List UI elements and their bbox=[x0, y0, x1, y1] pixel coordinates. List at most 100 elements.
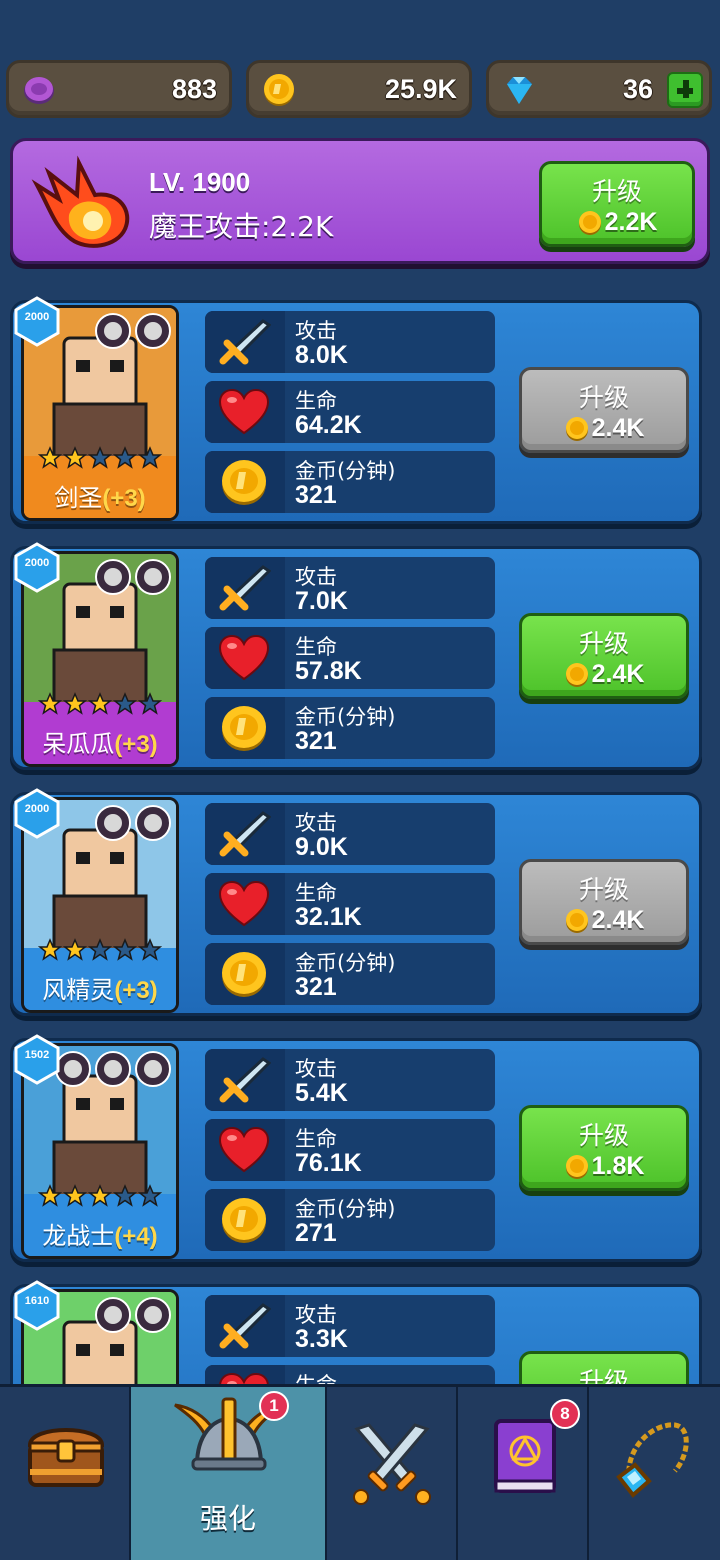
gold-coin-icon bbox=[264, 74, 294, 106]
orc-class-icon bbox=[95, 313, 131, 349]
hero-bonus: (+4) bbox=[114, 1223, 158, 1250]
heart-icon bbox=[218, 880, 270, 927]
stat-value-attack: 5.4K bbox=[295, 1079, 348, 1107]
star-empty-icon bbox=[113, 1184, 137, 1207]
hero-stars bbox=[38, 692, 162, 716]
stat-value-gold: 321 bbox=[295, 481, 337, 509]
crossed-swords-icon bbox=[353, 1423, 431, 1505]
stat-row-gold: 金币(分钟) 271 bbox=[205, 1189, 495, 1251]
stat-row-attack: 攻击 8.0K bbox=[205, 311, 495, 373]
star-filled-icon bbox=[88, 1184, 112, 1207]
upgrade-cost: 2.4K bbox=[591, 660, 645, 688]
hero-upgrade-button[interactable]: 升级 1.8K bbox=[519, 1105, 689, 1191]
stat-value-attack: 3.3K bbox=[295, 1325, 348, 1353]
star-filled-icon bbox=[63, 692, 87, 715]
diamond-icon bbox=[507, 77, 532, 104]
elf-class-icon bbox=[95, 805, 131, 841]
gold-coin-icon bbox=[222, 460, 266, 505]
upgrade-cost: 1.8K bbox=[591, 1152, 645, 1180]
hero-class-badges bbox=[94, 804, 172, 842]
hero-card: 龙战士(+4) 1502 攻击 5.4K 生命 76.1K 金币(分钟) 271 升级 1.8K bbox=[10, 1034, 702, 1262]
gold-coin-icon bbox=[578, 210, 601, 235]
nav-tab-spellbook[interactable]: 8 bbox=[458, 1387, 589, 1560]
sword-icon bbox=[219, 811, 271, 857]
star-filled-icon bbox=[38, 446, 62, 469]
star-filled-icon bbox=[88, 692, 112, 715]
boss-upgrade-button[interactable]: 升级 2.2K bbox=[539, 161, 695, 247]
purple-orb-icon bbox=[24, 77, 54, 104]
sword-class-icon bbox=[135, 313, 171, 349]
star-empty-icon bbox=[88, 938, 112, 961]
stat-row-gold: 金币(分钟) 321 bbox=[205, 697, 495, 759]
dagger-class-icon bbox=[135, 559, 171, 595]
star-empty-icon bbox=[138, 1184, 162, 1207]
upgrade-cost: 2.4K bbox=[591, 906, 645, 934]
hero-class-badges bbox=[94, 312, 172, 350]
add-gems-button[interactable] bbox=[667, 72, 703, 108]
hero-level: 2000 bbox=[24, 311, 50, 323]
sword-icon bbox=[219, 1057, 271, 1103]
nav-tab-amulet[interactable] bbox=[589, 1387, 720, 1560]
star-empty-icon bbox=[113, 692, 137, 715]
stat-value-attack: 7.0K bbox=[295, 587, 348, 615]
bottom-nav: 1 强化 8 bbox=[0, 1384, 720, 1560]
sword-class-icon bbox=[95, 1051, 131, 1087]
hero-level: 2000 bbox=[24, 557, 50, 569]
star-filled-icon bbox=[38, 938, 62, 961]
hero-card: 剑圣(+3) 2000 攻击 8.0K 生命 64.2K 金币(分钟) 321 升级 2.4K bbox=[10, 296, 702, 524]
boss-level: LV. 1900 bbox=[149, 167, 251, 197]
stat-value-hp: 57.8K bbox=[295, 657, 362, 685]
sword-icon bbox=[219, 565, 271, 611]
gold-amount: 25.9K bbox=[384, 74, 457, 104]
hero-card: 风精灵(+3) 2000 攻击 9.0K 生命 32.1K 金币(分钟) 321 升级 2.4K bbox=[10, 788, 702, 1016]
boss-attack-panel: LV. 1900 魔王攻击:2.2K 升级 2.2K bbox=[10, 138, 710, 264]
hero-stars bbox=[38, 938, 162, 962]
hero-level: 1502 bbox=[24, 1049, 50, 1061]
hero-level-badge: 1502 bbox=[11, 1033, 63, 1085]
hero-level-badge: 1610 bbox=[11, 1279, 63, 1331]
star-empty-icon bbox=[113, 446, 137, 469]
sword-icon bbox=[219, 319, 271, 365]
gold-coin-icon bbox=[565, 416, 588, 441]
hero-name: 呆瓜瓜 bbox=[42, 730, 115, 758]
orb-currency-panel: 883 bbox=[6, 60, 232, 118]
fireball-icon bbox=[31, 155, 130, 248]
hero-bonus: (+3) bbox=[102, 485, 146, 512]
stat-row-hp: 生命 32.1K bbox=[205, 873, 495, 935]
stat-value-hp: 64.2K bbox=[295, 411, 362, 439]
upgrade-label: 升级 bbox=[578, 875, 629, 904]
stat-value-gold: 271 bbox=[295, 1219, 337, 1247]
orc-class-icon bbox=[95, 559, 131, 595]
star-filled-icon bbox=[38, 1184, 62, 1207]
stat-value-hp: 76.1K bbox=[295, 1149, 362, 1177]
heart-icon bbox=[218, 388, 270, 435]
nav-tab-battle[interactable] bbox=[327, 1387, 458, 1560]
upgrade-label: 升级 bbox=[578, 383, 629, 412]
hero-upgrade-button[interactable]: 升级 2.4K bbox=[519, 613, 689, 699]
hero-level-badge: 2000 bbox=[11, 541, 63, 593]
gold-coin-icon bbox=[565, 1154, 588, 1179]
gold-coin-icon bbox=[565, 908, 588, 933]
stat-row-hp: 生命 64.2K bbox=[205, 381, 495, 443]
hero-upgrade-button[interactable]: 升级 2.4K bbox=[519, 367, 689, 453]
nav-tab-chest[interactable] bbox=[0, 1387, 131, 1560]
stat-row-gold: 金币(分钟) 321 bbox=[205, 451, 495, 513]
stat-row-attack: 攻击 5.4K bbox=[205, 1049, 495, 1111]
nav-spellbook-badge: 8 bbox=[550, 1399, 580, 1429]
stat-row-hp: 生命 76.1K bbox=[205, 1119, 495, 1181]
hero-upgrade-button[interactable]: 升级 2.4K bbox=[519, 859, 689, 945]
dragon-class-icon bbox=[135, 1051, 171, 1087]
gem-currency-panel: 36 bbox=[486, 60, 712, 118]
hero-level-badge: 2000 bbox=[11, 295, 63, 347]
gold-coin-icon bbox=[222, 952, 266, 997]
nav-upgrade-badge: 1 bbox=[259, 1391, 289, 1421]
star-filled-icon bbox=[63, 1184, 87, 1207]
hero-class-badges bbox=[94, 1296, 172, 1334]
hero-level-badge: 2000 bbox=[11, 787, 63, 839]
hero-name: 风精灵 bbox=[42, 976, 115, 1004]
star-filled-icon bbox=[38, 692, 62, 715]
nav-tab-upgrade[interactable]: 1 强化 bbox=[131, 1387, 327, 1560]
gold-currency-panel: 25.9K bbox=[246, 60, 472, 118]
star-empty-icon bbox=[88, 446, 112, 469]
upgrade-cost: 2.2K bbox=[604, 208, 658, 236]
